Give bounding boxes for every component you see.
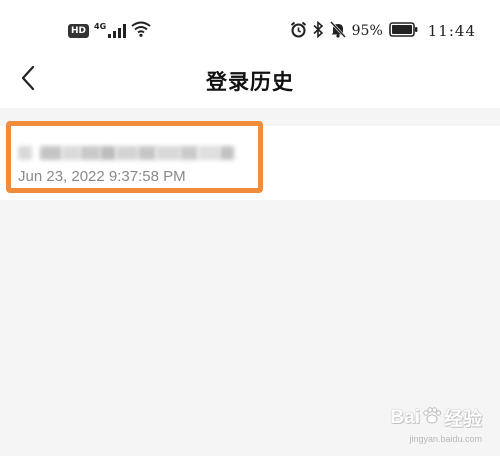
battery-percent: 95% xyxy=(351,23,383,39)
history-list-item[interactable]: Jun 23, 2022 9:37:58 PM xyxy=(0,121,500,200)
watermark-logo: Bai 经验 xyxy=(390,404,482,431)
status-time: 11:44 xyxy=(427,22,476,40)
login-history-list: Jun 23, 2022 9:37:58 PM xyxy=(0,121,500,200)
wifi-icon xyxy=(131,21,151,41)
bluetooth-icon xyxy=(313,20,324,42)
status-left-group: HD 4G xyxy=(68,20,151,42)
network-type-label: 4G xyxy=(94,22,107,31)
watermark-brand: Bai xyxy=(390,406,420,428)
login-time: Jun 23, 2022 9:37:58 PM xyxy=(18,168,186,185)
signal-icon: 4G xyxy=(94,22,127,38)
status-right-group: 95% 11:44 xyxy=(290,20,476,42)
battery-icon xyxy=(388,21,418,41)
status-bar: HD 4G 95% 11:44 xyxy=(0,0,500,52)
watermark-suffix: 经验 xyxy=(443,409,482,430)
hd-icon: HD xyxy=(68,24,90,38)
page-title: 登录历史 xyxy=(206,70,294,94)
masked-account-name xyxy=(18,142,236,164)
paw-icon xyxy=(422,406,442,430)
nav-header: 登录历史 xyxy=(0,52,500,108)
alarm-icon xyxy=(290,21,307,42)
watermark: Bai 经验 jingyan.baidu.com xyxy=(362,404,482,445)
watermark-url: jingyan.baidu.com xyxy=(409,434,482,444)
mute-icon xyxy=(329,20,346,42)
